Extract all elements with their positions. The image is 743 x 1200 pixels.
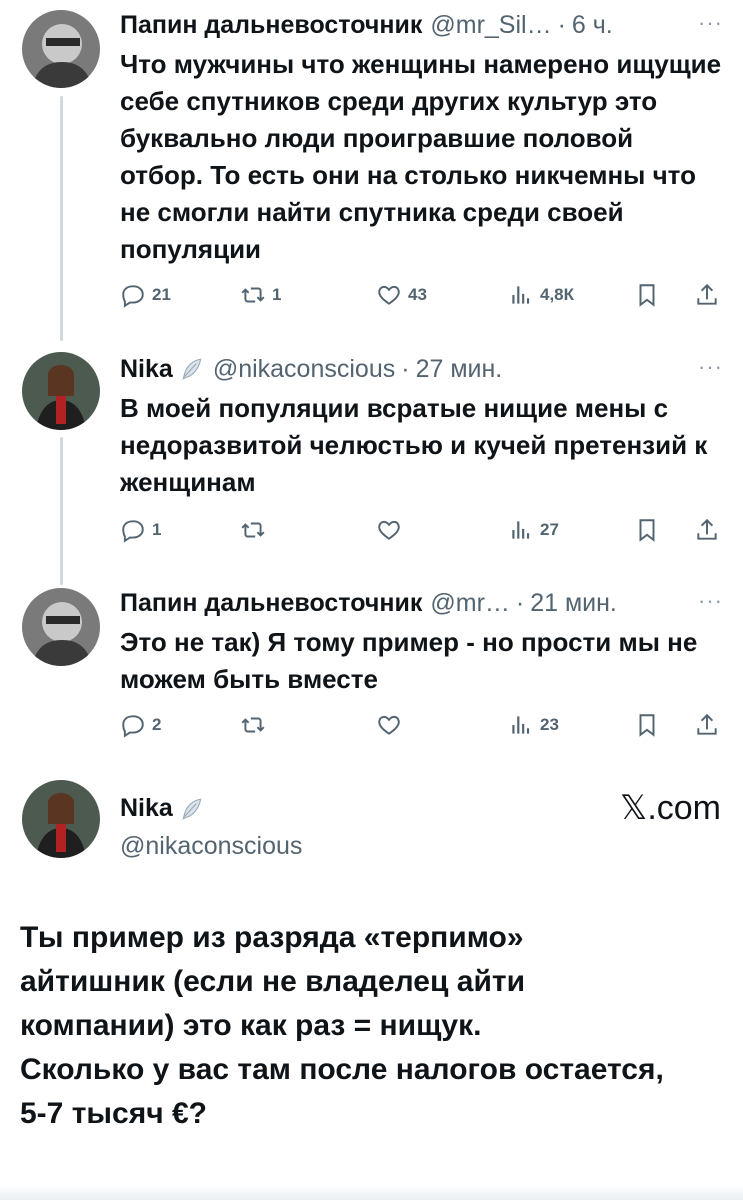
reply-count: 2 — [152, 715, 162, 734]
main-tweet-text: Ты пример из разряда «терпимо» айтишник … — [20, 916, 723, 1136]
avatar[interactable] — [22, 588, 100, 666]
tweet[interactable]: Nika @nikaconscious · 27 мин. ··· В моей… — [120, 354, 723, 501]
avatar[interactable] — [22, 352, 100, 430]
like-icon — [376, 712, 402, 738]
tweet-time[interactable]: 6 ч. — [572, 10, 613, 40]
tweet-text: Это не так) Я тому пример - но прости мы… — [120, 627, 698, 694]
bookmark-button[interactable] — [634, 282, 666, 308]
reply-button[interactable]: 1 — [120, 517, 161, 543]
bookmark-button[interactable] — [634, 712, 666, 738]
reply-count: 1 — [152, 520, 162, 539]
like-button[interactable] — [376, 712, 408, 738]
separator-dot: · — [401, 355, 410, 383]
reply-button[interactable]: 21 — [120, 282, 171, 308]
author-handle[interactable]: @nikaconscious — [213, 354, 395, 384]
tweet-text: В моей популяции всратые нищие мены с не… — [120, 393, 708, 497]
reply-button[interactable]: 2 — [120, 712, 161, 738]
retweet-count: 1 — [272, 285, 282, 304]
share-button[interactable] — [694, 517, 726, 543]
views-count: 4,8К — [540, 285, 575, 304]
tweet-time[interactable]: 27 мин. — [416, 354, 503, 384]
bookmark-icon — [634, 712, 660, 738]
retweet-button[interactable] — [240, 517, 272, 543]
separator-dot: · — [557, 11, 566, 39]
share-button[interactable] — [694, 282, 726, 308]
like-button[interactable]: 43 — [376, 282, 427, 308]
like-icon — [376, 282, 402, 308]
author-name[interactable]: Папин дальневосточник — [120, 588, 422, 618]
like-button[interactable] — [376, 517, 408, 543]
tweet-text: Что мужчины что женщины намерено ищущие … — [120, 49, 722, 264]
retweet-icon — [240, 282, 266, 308]
author-name[interactable]: Nika — [120, 794, 205, 823]
author-handle[interactable]: @nikaconscious — [120, 832, 302, 861]
separator-dot: · — [515, 589, 525, 617]
text-line: 5-7 тысяч €? — [20, 1097, 207, 1130]
like-icon — [376, 517, 402, 543]
author-handle[interactable]: @mr_Sil… — [430, 10, 551, 40]
tweet-header: Папин дальневосточник @mr_Sil… · 6 ч. — [120, 10, 723, 40]
tweet-actions: 1 27 — [120, 517, 723, 547]
thread-line — [60, 96, 63, 341]
author-name[interactable]: Папин дальневосточник — [120, 10, 422, 40]
views-icon — [508, 282, 534, 308]
reply-count: 21 — [152, 285, 171, 304]
tweet-header: Nika @nikaconscious · 27 мин. — [120, 354, 723, 384]
share-icon — [694, 712, 720, 738]
tweet[interactable]: Папин дальневосточник @mr_Sil… · 6 ч. ··… — [120, 10, 723, 268]
verified-feather-icon — [179, 356, 205, 382]
tweet-actions: 21 1 43 4,8К — [120, 282, 723, 312]
views-icon — [508, 712, 534, 738]
tweet-actions: 2 23 — [120, 712, 723, 742]
share-icon — [694, 282, 720, 308]
retweet-icon — [240, 517, 266, 543]
views-button[interactable]: 23 — [508, 712, 559, 738]
retweet-icon — [240, 712, 266, 738]
tweet-header: Папин дальневосточник @mr… · 21 мин. — [120, 588, 723, 618]
reply-icon — [120, 517, 146, 543]
views-count: 23 — [540, 715, 559, 734]
views-button[interactable]: 4,8К — [508, 282, 574, 308]
bookmark-button[interactable] — [634, 517, 666, 543]
avatar[interactable] — [22, 10, 100, 88]
author-name-text: Nika — [120, 794, 173, 822]
reply-icon — [120, 712, 146, 738]
reply-icon — [120, 282, 146, 308]
text-line: Сколько у вас там после налогов остается… — [20, 1053, 664, 1086]
verified-feather-icon — [179, 796, 205, 822]
text-line: компании) это как раз = нищук. — [20, 1009, 482, 1042]
share-button[interactable] — [694, 712, 726, 738]
retweet-button[interactable] — [240, 712, 272, 738]
like-count: 43 — [408, 285, 427, 304]
views-count: 27 — [540, 520, 559, 539]
bookmark-icon — [634, 517, 660, 543]
bookmark-icon — [634, 282, 660, 308]
more-options-icon[interactable]: ··· — [698, 354, 723, 380]
views-icon — [508, 517, 534, 543]
bottom-edge — [0, 1185, 743, 1200]
share-icon — [694, 517, 720, 543]
retweet-button[interactable]: 1 — [240, 282, 281, 308]
tweet[interactable]: Папин дальневосточник @mr… · 21 мин. ···… — [120, 588, 723, 698]
site-watermark: 𝕏.com — [619, 789, 721, 827]
text-line: Ты пример из разряда «терпимо» — [20, 921, 524, 954]
text-line: айтишник (если не владелец айти — [20, 965, 526, 998]
avatar[interactable] — [22, 780, 100, 858]
views-button[interactable]: 27 — [508, 517, 559, 543]
tweet-time[interactable]: 21 мин. — [530, 588, 617, 618]
more-options-icon[interactable]: ··· — [698, 10, 723, 36]
author-handle[interactable]: @mr… — [430, 588, 510, 618]
more-options-icon[interactable]: ··· — [698, 588, 723, 614]
thread-line — [60, 437, 63, 585]
author-name[interactable]: Nika — [120, 354, 173, 384]
